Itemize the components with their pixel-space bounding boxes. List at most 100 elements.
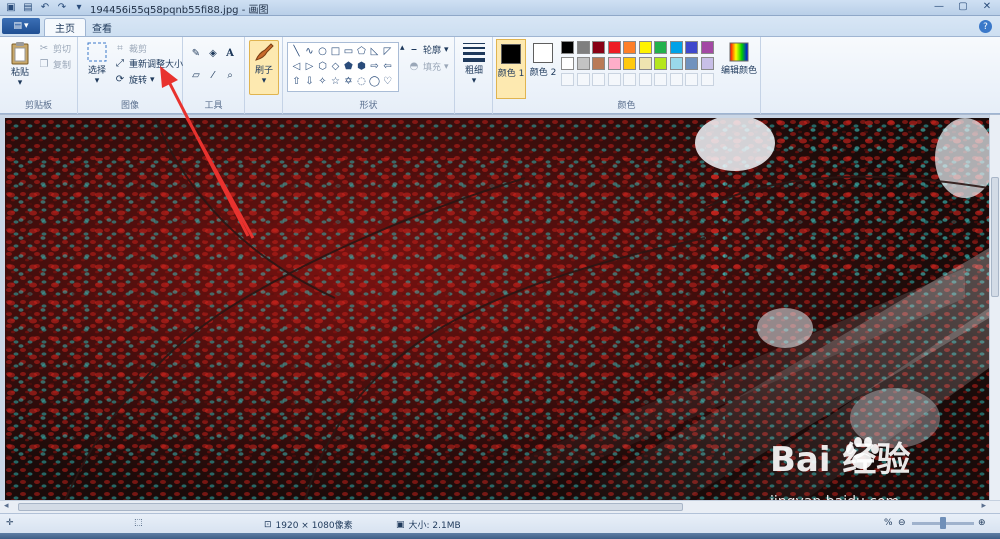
undo-icon[interactable]: ↶ <box>38 1 52 14</box>
custom-color-slot[interactable] <box>623 73 636 86</box>
customize-qat-icon[interactable]: ▾ <box>72 1 86 14</box>
palette-swatch[interactable] <box>561 57 574 70</box>
shape-option[interactable]: ⇨ <box>368 59 381 74</box>
horizontal-scroll-thumb[interactable] <box>18 503 683 511</box>
shape-option[interactable]: ⬢ <box>355 59 368 74</box>
help-icon[interactable]: ? <box>979 20 992 33</box>
copy-icon: ❐ <box>39 59 49 70</box>
vertical-scrollbar[interactable] <box>989 115 1000 500</box>
custom-color-slot[interactable] <box>607 73 621 86</box>
shape-option[interactable]: ✡ <box>342 74 355 89</box>
close-icon[interactable]: ✕ <box>978 0 996 13</box>
palette-swatch[interactable] <box>576 57 590 70</box>
palette-swatch[interactable] <box>685 57 698 70</box>
app-menu-button[interactable]: ▤ ▾ <box>2 18 40 34</box>
shape-option[interactable]: ○ <box>316 44 329 59</box>
palette-swatch[interactable] <box>654 41 667 54</box>
zoom-slider-knob[interactable] <box>940 517 946 529</box>
brush-icon <box>255 43 274 61</box>
crop-button[interactable]: ⌗ 裁剪 <box>114 42 147 55</box>
shape-option[interactable]: ⇧ <box>290 74 303 89</box>
zoom-in-button[interactable]: ⊕ <box>978 518 986 528</box>
tab-view[interactable]: 查看 <box>82 18 122 36</box>
shape-option[interactable]: ◁ <box>290 59 303 74</box>
shape-option[interactable]: ♡ <box>381 74 394 89</box>
shape-option[interactable]: ▷ <box>303 59 316 74</box>
shape-option[interactable]: ⇩ <box>303 74 316 89</box>
palette-swatch[interactable] <box>561 41 574 54</box>
group-colors: 颜色 1 颜色 2 编辑颜色 颜色 <box>493 37 761 114</box>
palette-swatch[interactable] <box>654 57 667 70</box>
shape-option[interactable]: ⬟ <box>342 59 355 74</box>
save-icon[interactable]: ▤ <box>21 1 35 14</box>
palette-swatch[interactable] <box>700 41 714 54</box>
custom-color-slot[interactable] <box>592 73 605 86</box>
shape-option[interactable]: □ <box>329 44 342 59</box>
cut-button[interactable]: ✂ 剪切 <box>38 42 71 55</box>
color2-button[interactable]: 颜色 2 <box>528 39 558 99</box>
shape-option[interactable]: ☆ <box>329 74 342 89</box>
tab-home[interactable]: 主页 <box>44 18 86 36</box>
paste-button[interactable]: 粘贴 ▾ <box>6 41 34 88</box>
shapes-scroll[interactable]: ▴ <box>400 43 405 53</box>
group-size: 粗细 ▾ <box>455 37 493 114</box>
palette-swatch[interactable] <box>638 41 652 54</box>
fill-button[interactable]: ◈ <box>207 47 219 59</box>
color2-chip <box>533 43 553 63</box>
maximize-icon[interactable]: ▢ <box>954 0 972 13</box>
palette-swatch[interactable] <box>592 57 605 70</box>
custom-color-slot[interactable] <box>561 73 574 86</box>
palette-swatch[interactable] <box>607 41 621 54</box>
palette-swatch[interactable] <box>669 41 683 54</box>
select-button[interactable]: 选择 ▾ <box>82 41 112 86</box>
paint-app-icon[interactable]: ▣ <box>4 1 18 14</box>
custom-color-slot[interactable] <box>638 73 652 86</box>
rotate-icon: ⟳ <box>115 74 125 85</box>
palette-swatch[interactable] <box>623 41 636 54</box>
edit-colors-button[interactable]: 编辑颜色 <box>719 41 759 76</box>
palette-swatch[interactable] <box>700 57 714 70</box>
copy-button[interactable]: ❐ 复制 <box>38 58 72 71</box>
scroll-left-icon[interactable]: ◂ <box>4 501 9 511</box>
custom-color-slot[interactable] <box>700 73 714 86</box>
palette-swatch[interactable] <box>685 41 698 54</box>
minimize-icon[interactable]: — <box>930 0 948 13</box>
scroll-right-icon[interactable]: ▸ <box>981 501 986 511</box>
shape-option[interactable]: ✧ <box>316 74 329 89</box>
custom-color-slot[interactable] <box>685 73 698 86</box>
chevron-down-icon: ▾ <box>17 78 23 88</box>
shape-option[interactable]: ⬡ <box>316 59 329 74</box>
shape-option[interactable]: ◌ <box>355 74 368 89</box>
custom-color-slot[interactable] <box>576 73 590 86</box>
cursor-position: ✛ <box>6 518 14 528</box>
color1-button[interactable]: 颜色 1 <box>496 39 526 99</box>
shape-option[interactable]: ⇦ <box>381 59 394 74</box>
color-wheel-icon <box>729 42 749 62</box>
shape-option[interactable]: ◸ <box>381 44 394 59</box>
outline-button[interactable]: ⎯ 轮廓 ▾ <box>408 43 449 56</box>
rotate-button[interactable]: ⟳ 旋转 ▾ <box>114 73 155 86</box>
palette-swatch[interactable] <box>592 41 605 54</box>
palette-swatch[interactable] <box>669 57 683 70</box>
shape-option[interactable]: ◇ <box>329 59 342 74</box>
shape-option[interactable]: ◺ <box>368 44 381 59</box>
shape-option[interactable]: ▭ <box>342 44 355 59</box>
palette-swatch[interactable] <box>623 57 636 70</box>
zoom-out-button[interactable]: ⊖ <box>898 518 906 528</box>
shape-option[interactable]: ◯ <box>368 74 381 89</box>
horizontal-scrollbar[interactable]: ◂ ▸ <box>0 500 1000 513</box>
palette-swatch[interactable] <box>607 57 621 70</box>
shape-option[interactable]: ∿ <box>303 44 316 59</box>
vertical-scroll-thumb[interactable] <box>991 177 999 297</box>
shape-option[interactable]: ╲ <box>290 44 303 59</box>
pencil-button[interactable]: ✎ <box>190 47 202 59</box>
custom-color-slot[interactable] <box>669 73 683 86</box>
size-button[interactable]: 粗细 ▾ <box>459 41 489 86</box>
palette-swatch[interactable] <box>638 57 652 70</box>
text-button[interactable]: A <box>224 47 236 59</box>
redo-icon[interactable]: ↷ <box>55 1 69 14</box>
fill-shape-button[interactable]: ◓ 填充 ▾ <box>408 60 449 73</box>
shape-option[interactable]: ⬠ <box>355 44 368 59</box>
custom-color-slot[interactable] <box>654 73 667 86</box>
palette-swatch[interactable] <box>576 41 590 54</box>
